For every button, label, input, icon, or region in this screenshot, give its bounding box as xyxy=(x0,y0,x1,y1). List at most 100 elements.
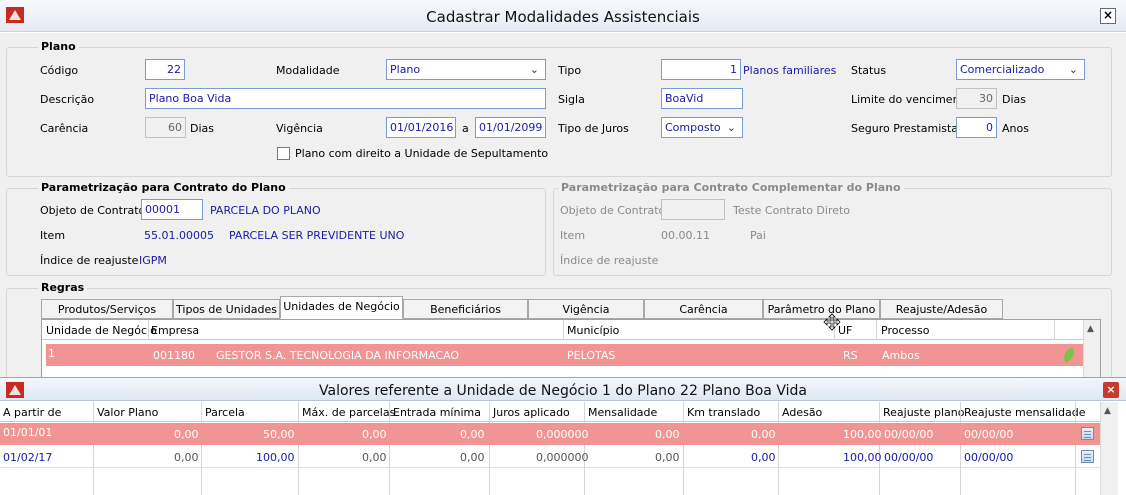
col-municipio[interactable]: Município xyxy=(567,324,619,337)
cell-max-parcelas: 0,00 xyxy=(362,428,387,441)
col-adesao[interactable]: Adesão xyxy=(782,406,822,419)
cell-empresa-code: 001180 xyxy=(153,349,195,362)
vigencia-end-input[interactable]: 01/01/2099 xyxy=(475,117,546,138)
valores-scrollbar[interactable]: ▲ xyxy=(1100,402,1118,495)
modalidade-select[interactable]: Plano ⌄ xyxy=(386,59,546,80)
vigencia-label: Vigência xyxy=(276,122,323,135)
col-parcela[interactable]: Parcela xyxy=(205,406,245,419)
carencia-unit: Dias xyxy=(190,122,214,135)
comp-objeto-description: Teste Contrato Direto xyxy=(733,204,851,217)
descricao-input[interactable]: Plano Boa Vida xyxy=(145,88,546,109)
tab-unidades-negocio[interactable]: Unidades de Negócio xyxy=(280,296,403,319)
cell-empresa: GESTOR S.A. TECNOLOGIA DA INFORMACAO xyxy=(216,349,460,362)
col-processo[interactable]: Processo xyxy=(881,324,929,337)
chevron-down-icon: ⌄ xyxy=(1068,63,1078,76)
leaf-icon[interactable] xyxy=(1060,347,1078,363)
comp-objeto-input xyxy=(661,199,725,220)
table-row[interactable]: 01/02/17 0,00 100,00 0,00 0,00 0,000000 … xyxy=(0,446,1100,468)
col-empresa[interactable]: Empresa xyxy=(151,324,199,337)
col-max-parcelas[interactable]: Máx. de parcelas xyxy=(302,406,395,419)
table-row[interactable]: 01/01/01 0,00 50,00 0,00 0,00 0,000000 0… xyxy=(0,423,1100,445)
tab-vigencia[interactable]: Vigência xyxy=(528,299,644,319)
codigo-label: Código xyxy=(40,64,79,77)
cell-juros: 0,000000 xyxy=(536,451,589,464)
col-reajuste-plano[interactable]: Reajuste plano xyxy=(883,406,964,419)
status-label: Status xyxy=(851,64,887,77)
cell-mensalidade: 0,00 xyxy=(655,428,680,441)
objeto-input[interactable]: 00001 xyxy=(141,199,203,220)
sigla-input[interactable]: BoaVid xyxy=(661,88,743,109)
chevron-down-icon: ⌄ xyxy=(529,63,539,76)
cell-reajuste-mensalidade: 00/00/00 xyxy=(964,451,1014,464)
chevron-down-icon: ⌄ xyxy=(726,121,736,134)
col-reajuste-mensalidade[interactable]: Reajuste mensalidade xyxy=(964,406,1086,419)
seguro-label: Seguro Prestamista xyxy=(851,122,959,135)
limite-unit: Dias xyxy=(1002,93,1026,106)
cell-entrada: 0,00 xyxy=(460,451,485,464)
cell-reajuste-plano: 00/00/00 xyxy=(884,451,934,464)
unidades-scrollbar[interactable]: ▲ xyxy=(1083,320,1100,378)
tipo-input[interactable]: 1 xyxy=(661,59,741,80)
table-row[interactable]: 1 001180 GESTOR S.A. TECNOLOGIA DA INFOR… xyxy=(46,344,1083,366)
comp-indice-label: Índice de reajuste xyxy=(560,254,659,267)
cell-mensalidade: 0,00 xyxy=(655,451,680,464)
comp-item-description: Pai xyxy=(750,229,766,242)
cell-processo: Ambos xyxy=(882,349,920,362)
scroll-up-icon[interactable]: ▲ xyxy=(1104,406,1111,416)
modalidade-label: Modalidade xyxy=(276,64,340,77)
juros-label: Tipo de Juros xyxy=(558,122,629,135)
vigencia-separator: a xyxy=(462,122,469,135)
unidades-grid-header: Unidade de Negócio Empresa Município UF … xyxy=(42,320,1083,340)
codigo-input[interactable]: 22 xyxy=(145,59,185,80)
tab-tipos-unidades[interactable]: Tipos de Unidades xyxy=(173,299,280,319)
scroll-up-icon[interactable]: ▲ xyxy=(1087,324,1094,334)
item-code: 55.01.00005 xyxy=(144,229,214,242)
note-icon[interactable] xyxy=(1081,427,1094,440)
col-entrada-minima[interactable]: Entrada mínima xyxy=(393,406,481,419)
note-icon[interactable] xyxy=(1081,450,1094,463)
param-contrato-legend: Parametrização para Contrato do Plano xyxy=(38,181,289,194)
status-select[interactable]: Comercializado ⌄ xyxy=(956,59,1085,80)
regras-tabs: Produtos/Serviços Tipos de Unidades Unid… xyxy=(41,296,1101,319)
tab-carencia[interactable]: Carência xyxy=(644,299,763,319)
vigencia-start-input[interactable]: 01/01/2016 xyxy=(386,117,456,138)
juros-select[interactable]: Composto ⌄ xyxy=(661,117,743,138)
cell-reajuste-mensalidade: 00/00/00 xyxy=(964,428,1014,441)
cell-juros: 0,000000 xyxy=(536,428,589,441)
col-juros-aplicado[interactable]: Juros aplicado xyxy=(493,406,570,419)
col-divider xyxy=(148,320,149,340)
juros-value: Composto xyxy=(665,121,721,134)
cell-parcela: 50,00 xyxy=(263,428,295,441)
close-icon[interactable]: × xyxy=(1103,382,1119,398)
cell-uf: RS xyxy=(843,349,858,362)
col-divider xyxy=(563,320,564,340)
valores-window: Valores referente a Unidade de Negócio 1… xyxy=(0,377,1126,495)
sigla-label: Sigla xyxy=(558,93,585,106)
window-title: Cadastrar Modalidades Assistenciais xyxy=(426,8,700,26)
tab-reajuste-adesao[interactable]: Reajuste/Adesão xyxy=(880,299,1003,319)
seguro-unit: Anos xyxy=(1002,122,1029,135)
col-km-translado[interactable]: Km translado xyxy=(687,406,760,419)
tab-produtos-servicos[interactable]: Produtos/Serviços xyxy=(41,299,173,319)
cell-km: 0,00 xyxy=(751,428,776,441)
comp-item-label: Item xyxy=(560,229,586,242)
sepultamento-label: Plano com direito a Unidade de Sepultame… xyxy=(295,147,549,160)
sepultamento-checkbox[interactable] xyxy=(277,147,290,160)
carencia-input: 60 xyxy=(145,117,186,138)
col-valor-plano[interactable]: Valor Plano xyxy=(97,406,158,419)
seguro-input[interactable]: 0 xyxy=(956,117,997,138)
cell-a-partir: 01/02/17 xyxy=(3,451,53,464)
unidades-grid: Unidade de Negócio Empresa Município UF … xyxy=(41,319,1101,378)
valores-grid: A partir de Valor Plano Parcela Máx. de … xyxy=(0,402,1126,495)
col-mensalidade[interactable]: Mensalidade xyxy=(588,406,657,419)
tab-parametro-plano[interactable]: Parâmetro do Plano xyxy=(763,299,880,319)
limite-label: Limite do vencimento xyxy=(851,93,971,106)
carencia-label: Carência xyxy=(40,122,89,135)
col-unidade[interactable]: Unidade de Negócio xyxy=(46,324,157,337)
status-value: Comercializado xyxy=(960,63,1045,76)
close-icon[interactable]: × xyxy=(1100,8,1116,24)
param-complementar-legend: Parametrização para Contrato Complementa… xyxy=(558,181,904,194)
tab-beneficiarios[interactable]: Beneficiários xyxy=(403,299,528,319)
col-a-partir[interactable]: A partir de xyxy=(3,406,61,419)
tipo-description: Planos familiares xyxy=(743,64,837,77)
